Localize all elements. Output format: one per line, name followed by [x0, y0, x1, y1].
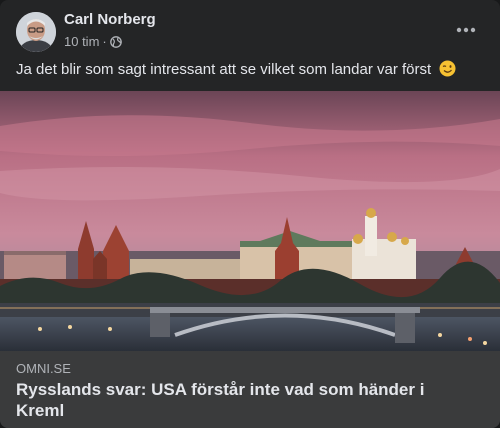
post-text: Ja det blir som sagt intressant att se v… [16, 61, 432, 78]
post-body: Ja det blir som sagt intressant att se v… [16, 60, 484, 80]
winking-face-emoji [439, 60, 456, 77]
link-preview-image[interactable] [0, 91, 500, 351]
link-preview-footer[interactable]: OMNI.SE Rysslands svar: USA förstår inte… [0, 351, 500, 428]
author-name[interactable]: Carl Norberg [64, 11, 156, 28]
post-card: Carl Norberg 10 tim · Ja det blir som sa… [0, 0, 500, 428]
meta-separator: · [102, 34, 107, 49]
author-avatar[interactable] [16, 12, 56, 52]
link-preview-card[interactable]: OMNI.SE Rysslands svar: USA förstår inte… [0, 91, 500, 428]
more-options-button[interactable] [448, 16, 484, 44]
link-title[interactable]: Rysslands svar: USA förstår inte vad som… [16, 379, 436, 421]
post-meta: 10 tim · [64, 34, 122, 49]
more-options-icon [456, 27, 476, 33]
post-timestamp[interactable]: 10 tim [64, 34, 99, 49]
link-domain: OMNI.SE [16, 361, 71, 376]
globe-icon [109, 35, 122, 48]
